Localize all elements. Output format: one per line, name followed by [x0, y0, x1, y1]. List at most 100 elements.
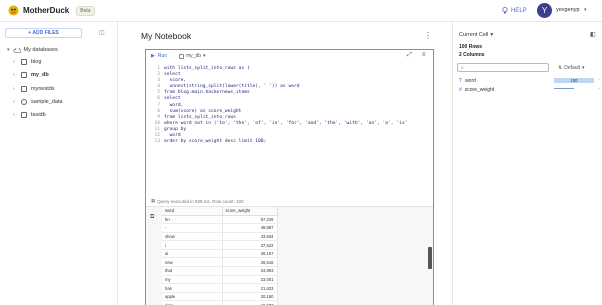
- results-table: word score_weight hn 67,226-48,887 show 43,…: [162, 207, 278, 305]
- table-icon: ▦: [151, 198, 156, 203]
- collapse-sidebar-icon[interactable]: ◫: [99, 29, 105, 36]
- sidebar-item-taxidb[interactable]: › taxidb: [13, 112, 46, 118]
- column-header-word[interactable]: word: [162, 207, 223, 216]
- sort-icon: ⇅: [558, 65, 563, 71]
- table-row[interactable]: show 43,934: [162, 232, 278, 242]
- execution-info: ▦ Query executed in 839 ms. Row count: 1…: [151, 198, 244, 204]
- cell-word[interactable]: ai: [162, 249, 223, 259]
- expand-results-icon[interactable]: ⧉: [150, 214, 154, 221]
- sidebar: + ADD FILES ◫ ▾ My databases › blog › my…: [0, 22, 118, 305]
- table-row[interactable]: new 26,516: [162, 257, 278, 268]
- page-title[interactable]: My Notebook: [141, 31, 191, 41]
- more-vertical-icon[interactable]: ⋮: [424, 31, 432, 40]
- lightbulb-icon: [502, 7, 508, 14]
- cell-score-weight[interactable]: 26,516: [222, 257, 278, 268]
- table-row[interactable]: has 21,823: [162, 283, 278, 293]
- sidebar-item-my-db[interactable]: › my_db: [13, 72, 49, 78]
- results-scrollbar[interactable]: [428, 247, 432, 269]
- help-button[interactable]: HELP: [502, 7, 527, 14]
- cell-word[interactable]: has: [162, 283, 223, 293]
- sidebar-item-blog[interactable]: › blog: [13, 59, 41, 65]
- chevron-right-icon: ›: [13, 99, 15, 105]
- cell-word[interactable]: that: [162, 266, 223, 276]
- table-row[interactable]: -48,887: [162, 223, 278, 233]
- menu-icon[interactable]: ≡: [422, 52, 426, 58]
- line-number: 13: [154, 139, 160, 145]
- sort-label: Default: [564, 65, 581, 71]
- cell-word[interactable]: apple: [162, 292, 223, 302]
- database-icon: [179, 53, 184, 59]
- my-databases-label: My databases: [23, 47, 58, 53]
- database-select-value: my_db: [186, 53, 202, 59]
- chevron-right-icon: ›: [13, 59, 15, 65]
- chevron-down-icon: ▾: [582, 65, 585, 71]
- database-select[interactable]: my_db ▾: [179, 53, 206, 59]
- cloud-icon: [12, 47, 21, 53]
- cell-score-weight[interactable]: 18,873: [222, 300, 278, 305]
- cell-word[interactable]: show: [162, 232, 223, 242]
- table-row[interactable]: that 24,993: [162, 266, 278, 276]
- current-cell-dropdown[interactable]: Current Cell ▾: [459, 32, 493, 38]
- run-label: Run: [157, 53, 168, 59]
- dash-icon: -: [598, 77, 600, 83]
- code-text: order by score_weight desc limit 100;: [164, 139, 267, 145]
- play-icon: ▶: [151, 53, 155, 59]
- table-header-row: word score_weight: [162, 207, 278, 216]
- cell-score-weight[interactable]: 20,150: [222, 292, 278, 302]
- table-row[interactable]: apple 20,150: [162, 292, 278, 302]
- sidebar-item-label: taxidb: [31, 112, 46, 118]
- cell-score-weight[interactable]: 37,522: [222, 240, 278, 250]
- sidebar-item-label: blog: [31, 59, 42, 65]
- database-icon: [21, 72, 27, 78]
- brand-name: MotherDuck: [23, 6, 70, 15]
- chevron-right-icon: ›: [13, 86, 15, 92]
- code-line: 10 where word not in ('to', 'the', 'of', …: [151, 121, 433, 127]
- cell-word[interactable]: hn: [162, 215, 223, 225]
- table-row[interactable]: my 23,001: [162, 275, 278, 285]
- sidebar-item-sample-data[interactable]: › sample_data: [13, 99, 63, 105]
- cell-score-weight[interactable]: 43,934: [222, 232, 278, 242]
- column-distribution-bar: 100: [554, 78, 594, 83]
- run-button[interactable]: ▶ Run: [151, 53, 167, 59]
- table-row[interactable]: hn 67,226: [162, 215, 278, 225]
- table-row[interactable]: i 37,522: [162, 240, 278, 250]
- column-header-score-weight[interactable]: score_weight: [222, 207, 278, 216]
- distribution-fill: 100: [554, 78, 594, 83]
- search-icon: ⌕: [461, 64, 464, 71]
- sidebar-item-mynestds[interactable]: › mynestds: [13, 86, 55, 92]
- cell-word[interactable]: i: [162, 240, 223, 250]
- column-row-word[interactable]: T word: [459, 78, 476, 84]
- my-databases-root[interactable]: ▾ My databases: [7, 47, 58, 53]
- notebook-cell[interactable]: ▶ Run my_db ▾ ⤢ ≡ 1 with lists_split_into…: [145, 49, 434, 305]
- chevron-right-icon: ›: [13, 72, 15, 78]
- cell-toolbar: ▶ Run my_db ▾ ⤢ ≡: [146, 50, 433, 62]
- table-row[interactable]: ai 28,157: [162, 249, 278, 259]
- cell-score-weight[interactable]: 28,157: [222, 249, 278, 259]
- cell-word[interactable]: data: [162, 300, 223, 305]
- cell-score-weight[interactable]: 67,226: [222, 215, 278, 225]
- cell-score-weight[interactable]: 48,887: [222, 223, 278, 233]
- sql-editor[interactable]: 1 with lists_split_into_rows as (2 select 3…: [151, 66, 433, 145]
- avatar[interactable]: Y: [537, 3, 552, 18]
- execution-info-text: Query executed in 839 ms. Row count: 100: [157, 198, 244, 204]
- cell-score-weight[interactable]: 24,993: [222, 266, 278, 276]
- cell-word[interactable]: -: [162, 223, 223, 233]
- cell-word[interactable]: new: [162, 257, 223, 268]
- database-icon: [21, 112, 27, 118]
- panel-toggle-icon[interactable]: ◧: [590, 31, 596, 38]
- column-row-score-weight[interactable]: # score_weight: [459, 87, 494, 93]
- cell-word[interactable]: my: [162, 275, 223, 285]
- cell-score-weight[interactable]: 21,823: [222, 283, 278, 293]
- column-search-input[interactable]: ⌕: [457, 63, 549, 72]
- table-row[interactable]: data18,873: [162, 300, 278, 305]
- column-count: 2 Columns: [459, 52, 485, 58]
- sort-dropdown[interactable]: ⇅ Default ▾: [558, 65, 585, 71]
- add-files-button[interactable]: + ADD FILES: [5, 28, 82, 38]
- chevron-down-icon: ▾: [203, 53, 206, 59]
- cell-score-weight[interactable]: 23,001: [222, 275, 278, 285]
- expand-icon[interactable]: ⤢: [407, 52, 412, 59]
- username[interactable]: yevgenyp: [556, 7, 580, 13]
- chevron-down-icon[interactable]: ▾: [584, 7, 587, 13]
- brand-logo[interactable]: MotherDuck Beta: [8, 5, 95, 16]
- column-name: word: [465, 78, 476, 84]
